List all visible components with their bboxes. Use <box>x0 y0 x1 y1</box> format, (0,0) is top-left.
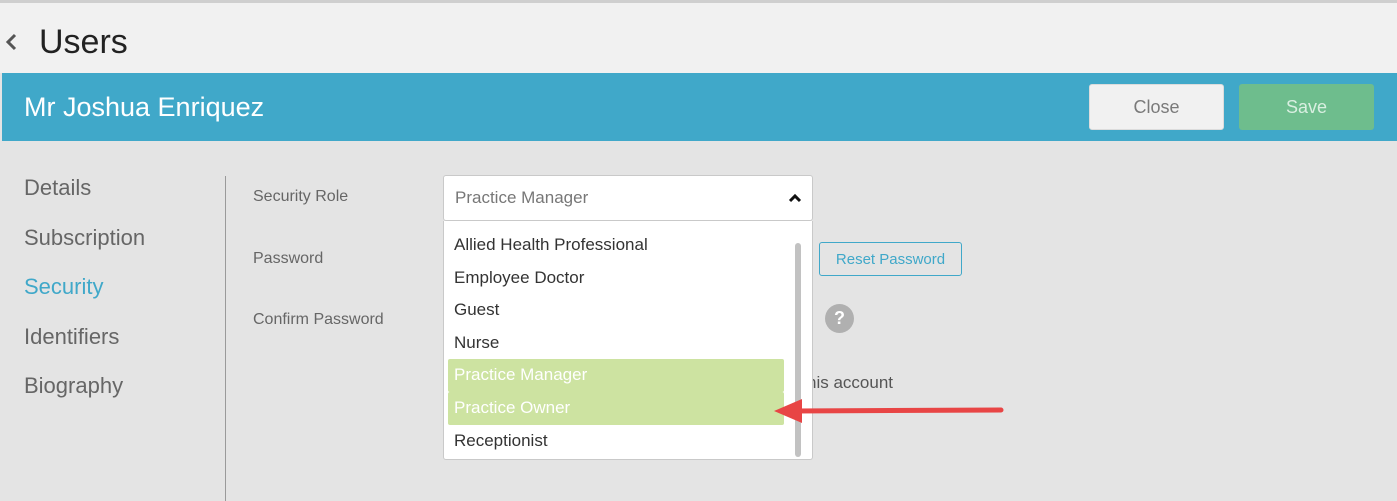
user-name: Mr Joshua Enriquez <box>24 92 265 122</box>
sidebar-item-subscription[interactable]: Subscription <box>24 221 145 271</box>
chevron-up-icon <box>788 193 802 203</box>
dropdown-option-practice-manager[interactable]: Practice Manager <box>448 359 784 392</box>
dropdown-option-nurse[interactable]: Nurse <box>448 327 784 360</box>
main-content: Details Subscription Security Identifier… <box>2 141 1397 501</box>
dropdown-option-receptionist[interactable]: Receptionist <box>448 425 784 458</box>
security-role-label: Security Role <box>253 188 349 205</box>
dropdown-option-employee-doctor[interactable]: Employee Doctor <box>448 262 784 295</box>
user-title-bar: Mr Joshua Enriquez Close Save <box>2 73 1397 141</box>
security-role-value: Practice Manager <box>455 188 589 207</box>
page-title: Users <box>39 23 128 61</box>
dropdown-option-guest[interactable]: Guest <box>448 294 784 327</box>
security-role-select[interactable]: Practice Manager <box>443 175 813 221</box>
chevron-left-icon[interactable] <box>3 31 19 53</box>
save-button[interactable]: Save <box>1239 84 1374 130</box>
sidebar-item-identifiers[interactable]: Identifiers <box>24 320 145 370</box>
account-option-text: his account <box>807 373 893 392</box>
dropdown-option-practice-owner[interactable]: Practice Owner <box>448 392 784 425</box>
confirm-password-label: Confirm Password <box>253 311 384 328</box>
side-nav: Details Subscription Security Identifier… <box>24 171 145 419</box>
security-role-dropdown: Allied Health Professional Employee Doct… <box>443 221 813 460</box>
reset-password-button[interactable]: Reset Password <box>819 242 962 276</box>
page-header: Users <box>0 3 1397 73</box>
help-icon[interactable]: ? <box>825 304 854 333</box>
red-arrow-icon <box>774 399 1004 423</box>
close-button[interactable]: Close <box>1089 84 1224 130</box>
dropdown-option-allied-health-professional[interactable]: Allied Health Professional <box>448 229 784 262</box>
sidebar-item-details[interactable]: Details <box>24 171 145 221</box>
sidebar-item-security[interactable]: Security <box>24 270 145 320</box>
vertical-divider <box>225 176 226 501</box>
password-label: Password <box>253 250 324 267</box>
sidebar-item-biography[interactable]: Biography <box>24 369 145 419</box>
